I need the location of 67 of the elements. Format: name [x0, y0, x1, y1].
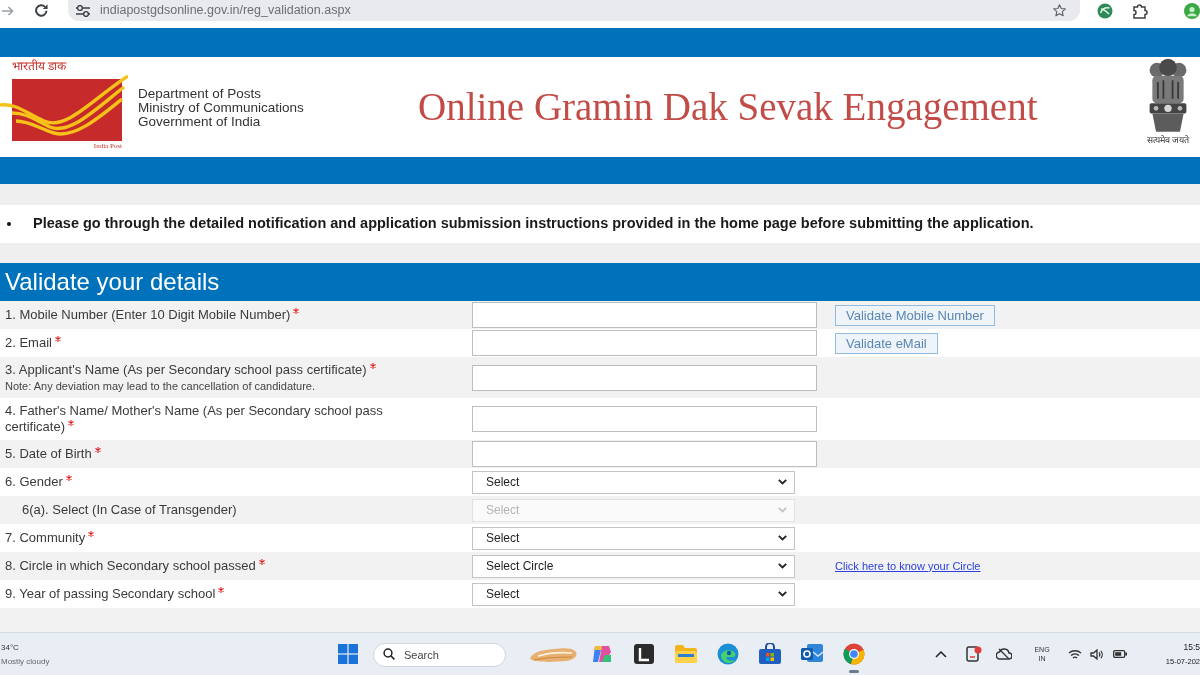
start-icon[interactable]: [338, 644, 358, 664]
battery-icon[interactable]: [1113, 650, 1127, 658]
select-field[interactable]: Select: [472, 582, 795, 606]
chevron-down-icon: [778, 479, 787, 485]
browser-icon: [843, 643, 865, 665]
extension-icon[interactable]: [1097, 2, 1113, 19]
select-field[interactable]: Select: [472, 526, 795, 550]
search-field[interactable]: Search: [373, 643, 506, 667]
field-label: 3. Applicant's Name (As per Secondary school pass certificate): [5, 362, 367, 377]
emblem-caption-text: सत्यमेव जयते: [1146, 134, 1190, 146]
reload-icon[interactable]: [35, 4, 48, 17]
text-input[interactable]: [472, 441, 817, 467]
field-label: 1. Mobile Number (Enter 10 Digit Mobile Number): [5, 307, 291, 322]
field-label: 6(a). Select (In Case of Transgender): [22, 502, 237, 517]
note-text: Note: Any deviation may lead to the cancellation of candidature.: [5, 380, 316, 393]
text-input[interactable]: [472, 330, 817, 356]
url-text: indiapostgdsonline.gov.in/reg_validation.aspx: [100, 2, 351, 20]
chevron-up-icon[interactable]: [935, 650, 947, 658]
chevron-down-icon: [778, 563, 787, 569]
field-label: 8. Circle in which Secondary school passed: [5, 558, 256, 573]
avatar-icon[interactable]: [1184, 2, 1200, 19]
field-label: 2. Email: [5, 335, 52, 350]
search-icon: [383, 648, 395, 660]
validate-button[interactable]: Validate Mobile Number: [835, 304, 995, 326]
weather-temperature: 34°C: [1, 641, 19, 653]
field-label: 9. Year of passing Secondary school: [5, 586, 216, 601]
mail-icon: [801, 643, 823, 665]
clock-time: 15:5: [1183, 641, 1200, 653]
text-input[interactable]: [472, 302, 817, 328]
weather-condition: Mostly cloudy: [1, 655, 50, 667]
swoosh-logo-icon: [0, 75, 128, 141]
field-label: 7. Community: [5, 530, 86, 545]
site-settings-icon[interactable]: [76, 4, 90, 17]
notice-text: Please go through the detailed notification and application submission instructions provided in the home page before submitting the application.: [33, 214, 1034, 234]
text-input[interactable]: [472, 364, 817, 391]
speaker-icon[interactable]: [1090, 648, 1103, 660]
field-label: 6. Gender: [5, 474, 63, 489]
folder-icon: [675, 643, 697, 665]
sparkle-app-icon: [591, 643, 613, 665]
help-link[interactable]: Click here to know your Circle: [835, 557, 981, 575]
site-title: Online Gramin Dak Sevak Engagement: [418, 84, 1038, 130]
chevron-down-icon: [778, 507, 787, 513]
swirl-app-icon: [717, 643, 739, 665]
select-field[interactable]: Select Circle: [472, 554, 795, 578]
address-bar[interactable]: indiapostgdsonline.gov.in/reg_validation.aspx: [68, 0, 1080, 21]
device-icon[interactable]: [966, 646, 982, 662]
field-label: 5. Date of Birth: [5, 446, 92, 461]
panel-app-icon: [633, 643, 655, 665]
validate-button[interactable]: Validate eMail: [835, 332, 938, 354]
logo-script-text: भारतीय डाक: [11, 58, 67, 74]
field-label: 4. Father's Name/ Mother's Name (As per Secondary school pass certificate): [5, 403, 383, 434]
puzzle-icon[interactable]: [1132, 2, 1148, 19]
bullet-icon: [7, 222, 11, 226]
select-field: Select: [472, 498, 795, 522]
organization-text: Government of India: [138, 115, 261, 129]
text-input[interactable]: [472, 406, 817, 432]
shopping-bag-icon: [759, 643, 781, 665]
cloud-icon[interactable]: [996, 648, 1012, 660]
select-field[interactable]: Select: [472, 470, 795, 494]
organization-text: Department of Posts: [138, 87, 262, 101]
star-icon[interactable]: [1053, 4, 1066, 17]
wifi-icon[interactable]: [1068, 648, 1082, 660]
section-title: Validate your details: [5, 267, 220, 297]
organization-text: Ministry of Communications: [138, 101, 304, 115]
chevron-down-icon: [778, 591, 787, 597]
chevron-down-icon: [778, 535, 787, 541]
forward-icon[interactable]: [2, 5, 14, 16]
